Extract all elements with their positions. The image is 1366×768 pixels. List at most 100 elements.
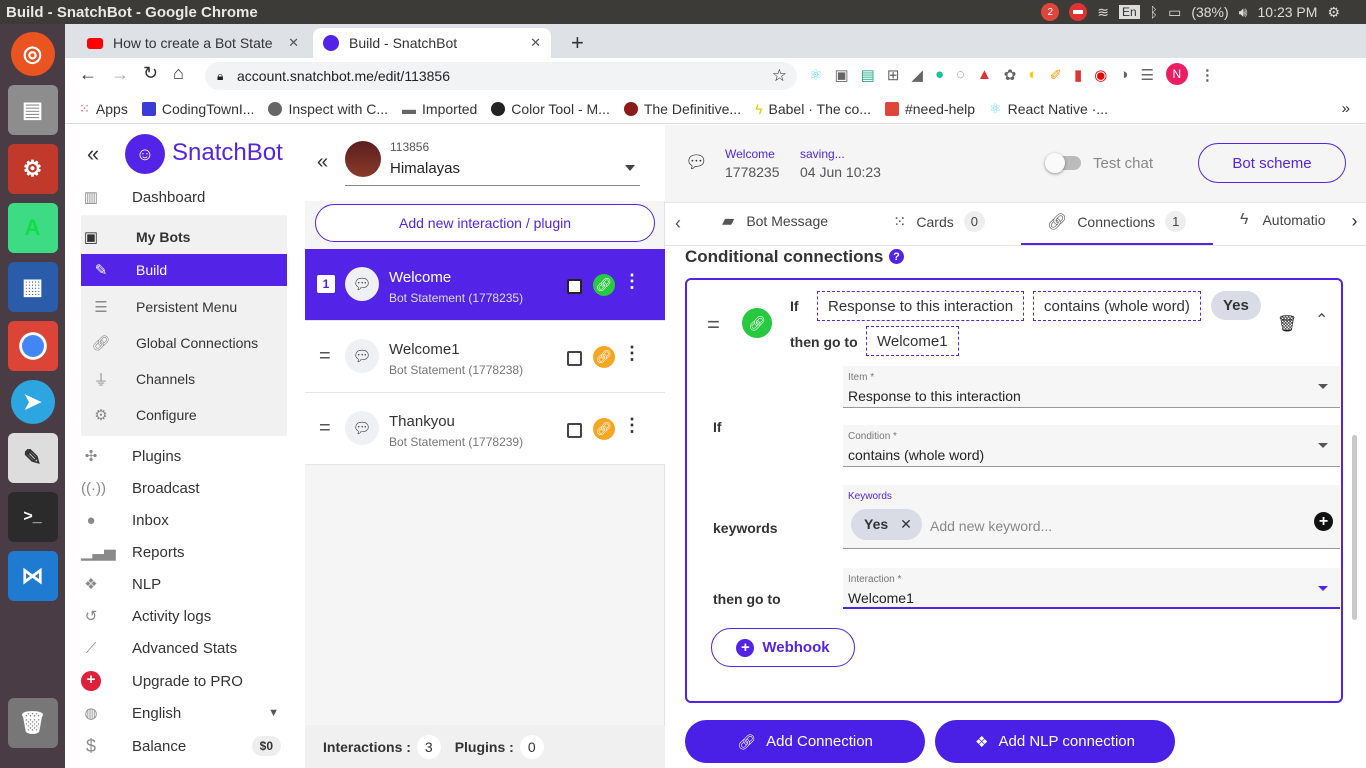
tab-youtube[interactable]: How to create a Bot State ✕ xyxy=(77,28,309,58)
text-editor-icon[interactable]: ✎ xyxy=(7,433,58,483)
queue-icon[interactable]: ☰ xyxy=(1140,66,1153,85)
close-tab-icon[interactable]: ✕ xyxy=(288,35,299,51)
telegram-icon[interactable]: ➤ xyxy=(10,380,55,424)
rule-condition[interactable]: contains (whole word) xyxy=(1033,291,1201,321)
collapse-icon[interactable]: ⌃ xyxy=(1315,310,1328,330)
grammarly-icon[interactable]: ● xyxy=(935,66,944,85)
tabs-scroll-right-icon[interactable]: › xyxy=(1343,211,1366,233)
battery-icon[interactable]: ▭ xyxy=(1168,4,1181,21)
tabs-scroll-left-icon[interactable]: ‹ xyxy=(675,213,681,234)
sidebar-item-channels[interactable]: ⏚ Channels xyxy=(81,363,287,395)
more-vert-icon[interactable]: ⋮ xyxy=(623,343,641,364)
delete-icon[interactable]: 🗑︎ xyxy=(1277,314,1297,334)
tab-automation[interactable]: ϟ Automatio xyxy=(1240,211,1340,229)
bookmark-item[interactable]: ϟ Babel · The co... xyxy=(755,101,871,117)
add-connection-button[interactable]: 🔗︎ Add Connection xyxy=(685,720,925,763)
row-checkbox[interactable] xyxy=(567,423,582,438)
tab-cards[interactable]: ⁙ Cards 0 xyxy=(893,211,985,232)
collapse-sidebar-icon[interactable]: « xyxy=(87,141,99,167)
mic-icon[interactable]: ▮ xyxy=(1074,66,1082,85)
bookmark-folder[interactable]: ▬ Imported xyxy=(402,101,477,117)
profile-avatar[interactable]: N xyxy=(1165,63,1188,85)
cors-icon[interactable]: ▤ xyxy=(861,66,875,85)
home-icon[interactable]: ⌂ xyxy=(173,63,184,84)
bookmark-item[interactable]: #need-help xyxy=(884,101,975,117)
chrome-icon[interactable] xyxy=(7,321,58,371)
interaction-row[interactable]: = 💬︎ Welcome1 Bot Statement (1778238) 🔗︎… xyxy=(305,321,665,393)
tab-bot-message[interactable]: ▰ Bot Message xyxy=(722,211,828,231)
sidebar-item-my-bots[interactable]: ▣ My Bots xyxy=(81,221,287,253)
bookmarks-more[interactable]: » xyxy=(1342,100,1350,117)
scrollbar[interactable] xyxy=(1352,435,1357,620)
files-icon[interactable]: ▤ xyxy=(7,85,58,135)
webhook-button[interactable]: + Webhook xyxy=(711,628,855,667)
bot-select[interactable]: Himalayas xyxy=(390,160,460,177)
sidebar-item-broadcast[interactable]: ((·)) Broadcast xyxy=(81,472,287,504)
rule-item[interactable]: Response to this interaction xyxy=(817,291,1025,321)
color-picker-icon[interactable]: ✐ xyxy=(1049,66,1062,85)
sidebar-item-balance[interactable]: $ Balance $0 xyxy=(81,730,287,762)
more-vert-icon[interactable]: ⋮ xyxy=(623,271,641,292)
bookmark-item[interactable]: ⚛ React Native ·... xyxy=(989,100,1108,117)
drag-handle-icon[interactable]: = xyxy=(319,417,331,440)
bot-scheme-button[interactable]: Bot scheme xyxy=(1198,143,1346,183)
notification-badge[interactable]: 2 xyxy=(1041,3,1060,21)
volume-icon[interactable]: 🔊︎ xyxy=(1239,4,1248,21)
interaction-select[interactable]: Interaction * Welcome1 xyxy=(843,568,1340,609)
tab-connections[interactable]: 🔗︎ Connections 1 xyxy=(1047,211,1187,232)
ubuntu-logo-icon[interactable]: ◎ xyxy=(10,32,55,76)
sidebar-item-inbox[interactable]: ● Inbox xyxy=(81,504,287,536)
tab-snatchbot[interactable]: Build - SnatchBot ✕ xyxy=(313,28,551,58)
extension-icon[interactable]: ▣ xyxy=(834,66,848,85)
keyboard-lang[interactable]: En xyxy=(1118,5,1140,19)
writer-icon[interactable]: ▦ xyxy=(7,262,58,312)
sidebar-item-global-connections[interactable]: 🔗︎ Global Connections xyxy=(81,327,287,359)
dropdown-arrow-icon[interactable] xyxy=(625,165,635,171)
add-interaction-button[interactable]: Add new interaction / plugin xyxy=(315,204,655,242)
drag-handle-icon[interactable]: = xyxy=(707,312,720,338)
block-icon[interactable] xyxy=(1069,3,1088,21)
clock[interactable]: 10:23 PM xyxy=(1258,4,1318,20)
interaction-name[interactable]: Welcome xyxy=(725,147,775,161)
close-tab-icon[interactable]: ✕ xyxy=(530,35,541,51)
help-icon[interactable]: ? xyxy=(889,249,904,264)
bookmark-apps[interactable]: ⁙ Apps xyxy=(79,101,128,117)
drag-handle-icon[interactable]: = xyxy=(319,345,331,368)
keywords-field[interactable]: Keywords Yes ✕ Add new keyword... + xyxy=(843,485,1340,549)
extension-icon[interactable]: ◌ xyxy=(956,66,965,85)
bookmark-star-icon[interactable]: ☆ xyxy=(772,66,787,86)
sidebar-item-plugins[interactable]: ✣ Plugins xyxy=(81,440,287,472)
react-devtools-icon[interactable]: ⚛ xyxy=(809,66,822,85)
bookmark-item[interactable]: Inspect with C... xyxy=(268,101,388,117)
link-icon[interactable]: 🔗︎ xyxy=(593,418,615,440)
extension-icon[interactable]: ◐ xyxy=(1028,66,1037,85)
sidebar-item-nlp[interactable]: ❖ NLP xyxy=(81,568,287,600)
rule-target[interactable]: Welcome1 xyxy=(866,326,959,356)
interaction-row[interactable]: = 💬︎ Thankyou Bot Statement (1778239) 🔗︎… xyxy=(305,393,665,465)
new-tab-plus-icon[interactable]: + xyxy=(561,28,594,58)
row-checkbox[interactable] xyxy=(567,279,582,294)
sidebar-item-reports[interactable]: ▁▃▅ Reports xyxy=(81,536,287,568)
sidebar-item-activity-logs[interactable]: ↺ Activity logs xyxy=(81,600,287,632)
bluetooth-icon[interactable]: ᛒ xyxy=(1150,4,1158,20)
row-checkbox[interactable] xyxy=(567,351,582,366)
add-nlp-connection-button[interactable]: ❖ Add NLP connection xyxy=(935,720,1175,763)
sidebar-item-build[interactable]: ✎ Build xyxy=(81,254,287,286)
condition-select[interactable]: Condition * contains (whole word) xyxy=(843,425,1340,467)
vscode-icon[interactable]: ⋈ xyxy=(7,551,58,601)
wifi-icon[interactable]: ≋ xyxy=(1097,4,1109,21)
bot-avatar[interactable] xyxy=(345,141,381,177)
android-studio-icon[interactable]: A xyxy=(7,203,58,253)
url-bar[interactable]: 🔒︎ account.snatchbot.me/edit/113856 ☆ xyxy=(205,62,797,90)
link-icon[interactable]: 🔗︎ xyxy=(593,346,615,368)
extension-icon[interactable]: ◑ xyxy=(1119,66,1128,85)
bookmark-item[interactable]: Color Tool - M... xyxy=(491,101,610,117)
back-icon[interactable]: ← xyxy=(79,64,97,85)
interaction-row[interactable]: 1 💬︎ Welcome Bot Statement (1778235) 🔗︎ … xyxy=(305,249,665,321)
more-vert-icon[interactable]: ⋮ xyxy=(623,415,641,436)
reload-icon[interactable]: ↻ xyxy=(143,63,158,84)
add-keyword-icon[interactable]: + xyxy=(1314,512,1333,531)
sidebar-item-configure[interactable]: ⚙ Configure xyxy=(81,399,287,431)
trash-icon[interactable]: 🗑︎ xyxy=(7,698,58,748)
chrome-menu-icon[interactable]: ⋮ xyxy=(1200,66,1215,85)
